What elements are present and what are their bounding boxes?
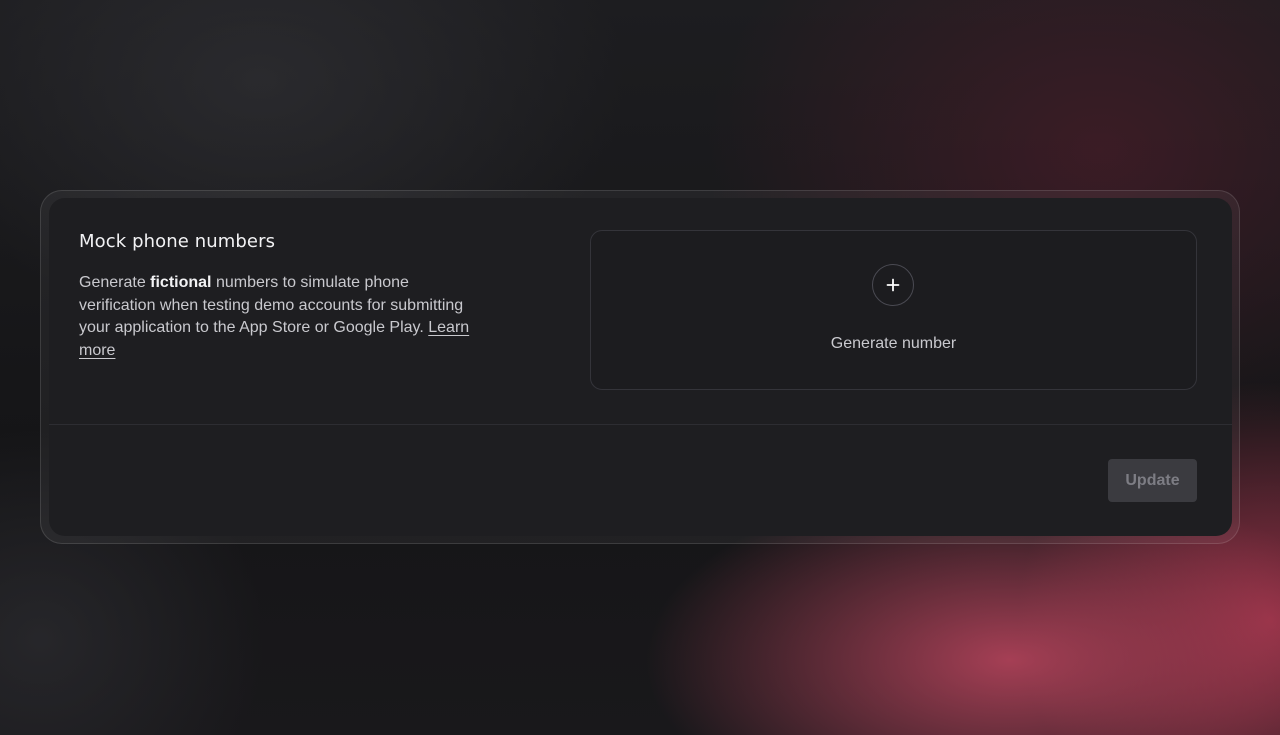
mock-phone-numbers-card: Mock phone numbers Generate fictional nu…: [49, 198, 1232, 536]
generate-number-button[interactable]: Generate number: [590, 230, 1197, 390]
card-description: Generate fictional numbers to simulate p…: [79, 272, 479, 362]
description-emphasis: fictional: [150, 274, 212, 291]
card-divider: [49, 424, 1232, 425]
generate-number-label: Generate number: [830, 335, 957, 352]
plus-icon: [872, 264, 914, 306]
update-button[interactable]: Update: [1108, 459, 1197, 502]
description-text-start: Generate: [79, 274, 151, 291]
card-title: Mock phone numbers: [79, 231, 276, 252]
